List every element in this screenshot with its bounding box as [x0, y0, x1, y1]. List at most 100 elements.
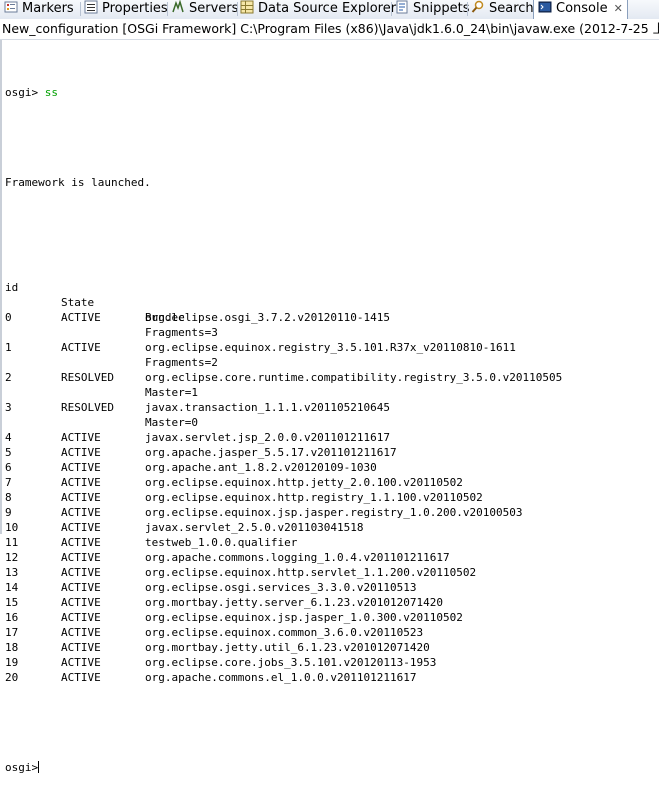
bundle-name: org.apache.commons.el_1.0.0.v20110121161… — [145, 671, 417, 684]
bundle-state: ACTIVE — [61, 521, 101, 534]
bundle-name: org.mortbay.jetty.util_6.1.23.v201012071… — [145, 641, 430, 654]
bundle-id: 10 — [5, 521, 19, 534]
bundle-id: 9 — [5, 506, 12, 519]
bundle-name: javax.transaction_1.1.1.v201105210645 — [145, 401, 391, 414]
bundle-name: org.eclipse.equinox.http.jetty_2.0.100.v… — [145, 476, 463, 489]
tab-snippets[interactable]: Snippets — [395, 0, 469, 18]
servers-icon — [172, 0, 184, 13]
bundle-name: javax.servlet.jsp_2.0.0.v201101211617 — [145, 431, 391, 444]
command-line: osgi> ss — [5, 85, 655, 100]
bundle-state: ACTIVE — [61, 551, 101, 564]
close-icon[interactable]: ✕ — [614, 2, 623, 15]
bundle-name: org.apache.commons.logging_1.0.4.v201101… — [145, 551, 450, 564]
bundle-extra: Master=1 — [145, 386, 198, 399]
bundle-extra-row: Fragments=3 — [5, 325, 655, 340]
tab-data-source-explorer[interactable]: Data Source Explorer — [240, 0, 396, 18]
table-row: 18 ACTIVE org.mortbay.jetty.util_6.1.23.v2… — [5, 640, 655, 655]
bundle-state: ACTIVE — [61, 506, 101, 519]
tab-markers-label: Markers — [22, 1, 74, 16]
table-row: 15 ACTIVE org.mortbay.jetty.server_6.1.23.… — [5, 595, 655, 610]
bundle-name: org.eclipse.osgi.services_3.3.0.v2011051… — [145, 581, 417, 594]
snippets-icon — [396, 0, 408, 14]
search-icon — [471, 0, 484, 13]
bundle-name: org.eclipse.equinox.jsp.jasper.registry_… — [145, 506, 523, 519]
table-row: 4 ACTIVE javax.servlet.jsp_2.0.0.v20110121… — [5, 430, 655, 445]
view-tab-bar: Markers Properties Servers Data Source E… — [0, 0, 659, 20]
data-source-explorer-icon — [240, 0, 254, 14]
header-id: id — [5, 281, 19, 294]
bundle-name: org.eclipse.equinox.jsp.jasper_1.0.300.v… — [145, 611, 463, 624]
table-row: 9 ACTIVE org.eclipse.equinox.jsp.jasper.re… — [5, 505, 655, 520]
tab-separator — [167, 2, 168, 16]
tab-data-source-explorer-label: Data Source Explorer — [258, 1, 397, 16]
launch-message: Framework is launched. — [5, 176, 151, 189]
bundle-id: 5 — [5, 446, 12, 459]
bundle-extra: Fragments=2 — [145, 356, 218, 369]
bundle-extra-row: Master=1 — [5, 385, 655, 400]
tab-markers[interactable]: Markers — [4, 0, 74, 18]
bundle-extra: Fragments=3 — [145, 326, 218, 339]
table-row: 12 ACTIVE org.apache.commons.logging_1.0.4… — [5, 550, 655, 565]
tab-search[interactable]: Search — [471, 0, 534, 18]
bundle-id: 15 — [5, 596, 19, 609]
bundle-extra-row: Fragments=2 — [5, 355, 655, 370]
bundle-state: ACTIVE — [61, 566, 101, 579]
bundle-name: org.eclipse.core.jobs_3.5.101.v20120113-… — [145, 656, 437, 669]
bundle-id: 12 — [5, 551, 19, 564]
bundle-list: 0 ACTIVE org.eclipse.osgi_3.7.2.v20120110-… — [5, 310, 655, 685]
command-input: ss — [44, 86, 58, 99]
table-row: 10 ACTIVE javax.servlet_2.5.0.v20110304151… — [5, 520, 655, 535]
bundle-name: org.eclipse.core.runtime.compatibility.r… — [145, 371, 563, 384]
table-row: 0 ACTIVE org.eclipse.osgi_3.7.2.v20120110-… — [5, 310, 655, 325]
bundle-state: ACTIVE — [61, 446, 101, 459]
console-output[interactable]: osgi> ss Framework is launched. id State… — [5, 55, 655, 790]
header-state: State — [61, 296, 95, 309]
prompt: osgi> — [5, 86, 39, 99]
bundle-state: RESOLVED — [61, 401, 114, 414]
bundle-name: org.eclipse.equinox.registry_3.5.101.R37… — [145, 341, 516, 354]
bundle-name: org.eclipse.equinox.http.registry_1.1.10… — [145, 491, 483, 504]
table-row: 3 RESOLVED javax.transaction_1.1.1.v201105… — [5, 400, 655, 415]
table-row: 19 ACTIVE org.eclipse.core.jobs_3.5.101.v2… — [5, 655, 655, 670]
bundle-state: ACTIVE — [61, 671, 101, 684]
tab-properties-label: Properties — [102, 1, 168, 16]
bundle-id: 0 — [5, 311, 12, 324]
bundle-id: 1 — [5, 341, 12, 354]
table-row: 13 ACTIVE org.eclipse.equinox.http.servlet… — [5, 565, 655, 580]
bundle-state: ACTIVE — [61, 641, 101, 654]
final-prompt: osgi> — [5, 761, 39, 774]
tab-snippets-label: Snippets — [413, 1, 470, 16]
tab-separator — [467, 2, 468, 16]
tab-separator — [391, 2, 392, 16]
bundle-id: 14 — [5, 581, 19, 594]
properties-icon — [84, 0, 98, 14]
bundle-name: org.eclipse.equinox.common_3.6.0.v201105… — [145, 626, 424, 639]
console-icon — [538, 1, 552, 13]
bundle-id: 3 — [5, 401, 12, 414]
bundle-id: 13 — [5, 566, 19, 579]
table-row: 16 ACTIVE org.eclipse.equinox.jsp.jasper_1… — [5, 610, 655, 625]
bundle-name: org.mortbay.jetty.server_6.1.23.v2010120… — [145, 596, 444, 609]
bundle-name: javax.servlet_2.5.0.v201103041518 — [145, 521, 364, 534]
bundle-id: 19 — [5, 656, 19, 669]
table-row: 7 ACTIVE org.eclipse.equinox.http.jetty_2.… — [5, 475, 655, 490]
table-row: 5 ACTIVE org.apache.jasper_5.5.17.v2011012… — [5, 445, 655, 460]
console-process-title: New_configuration [OSGi Framework] C:\Pr… — [0, 19, 659, 40]
bundle-name: org.eclipse.equinox.http.servlet_1.1.200… — [145, 566, 477, 579]
tab-servers-label: Servers — [189, 1, 239, 16]
tab-properties[interactable]: Properties — [84, 0, 168, 18]
tab-console-label: Console — [556, 1, 608, 16]
markers-icon — [4, 1, 18, 13]
table-row: 8 ACTIVE org.eclipse.equinox.http.registry… — [5, 490, 655, 505]
bundle-id: 4 — [5, 431, 12, 444]
bundle-state: ACTIVE — [61, 341, 101, 354]
table-row: 6 ACTIVE org.apache.ant_1.8.2.v20120109-10… — [5, 460, 655, 475]
bundle-state: ACTIVE — [61, 476, 101, 489]
tab-servers[interactable]: Servers — [171, 0, 238, 18]
tab-console[interactable]: Console ✕ — [533, 0, 628, 19]
console-left-border — [0, 40, 2, 534]
bundle-state: ACTIVE — [61, 581, 101, 594]
